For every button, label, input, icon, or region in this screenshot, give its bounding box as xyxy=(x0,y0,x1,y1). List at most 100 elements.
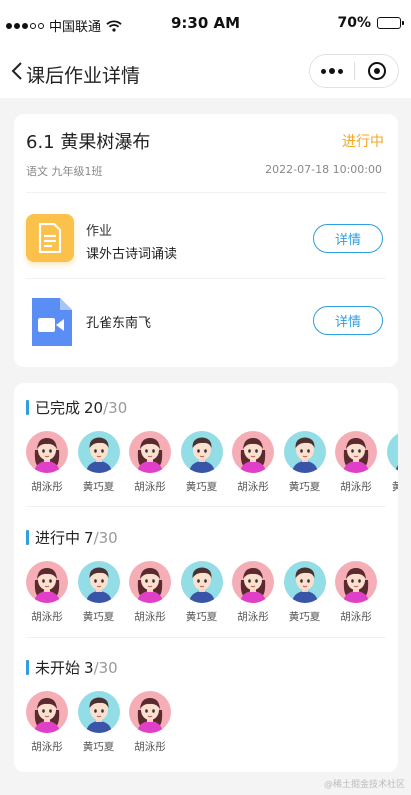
student-item[interactable]: 胡泳彤 xyxy=(335,561,387,624)
status-bar: 中国联通 9:30 AM 70% xyxy=(0,0,411,46)
student-name: 黄巧夏 xyxy=(391,481,398,493)
student-girl-avatar xyxy=(129,431,171,473)
divider xyxy=(26,192,386,193)
section-total: /30 xyxy=(93,528,118,547)
student-item[interactable]: 胡泳彤 xyxy=(26,561,78,624)
student-item[interactable]: 胡泳彤 xyxy=(232,431,284,494)
student-name: 黄巧夏 xyxy=(288,611,321,623)
section-title: 未开始 xyxy=(35,659,81,677)
student-item[interactable]: 胡泳彤 xyxy=(26,691,78,754)
task-subject-class: 语文 九年级1班 xyxy=(26,165,103,178)
student-item[interactable]: 胡泳彤 xyxy=(232,561,284,624)
student-girl-avatar xyxy=(26,561,68,603)
student-name: 胡泳彤 xyxy=(340,481,372,493)
video-name: 孔雀东南飞 xyxy=(86,316,152,331)
student-boy-avatar xyxy=(180,431,223,473)
section-header: 进行中 7 /30 xyxy=(26,527,118,548)
student-name: 黄巧夏 xyxy=(82,741,115,753)
task-card: 6.1 黄果树瀑布 进行中 语文 九年级1班 2022-07-18 10:00:… xyxy=(14,114,398,367)
close-program-icon[interactable] xyxy=(355,55,398,87)
section-count: 3 xyxy=(84,658,94,677)
student-girl-avatar xyxy=(26,431,68,473)
student-item[interactable]: 黄巧夏 xyxy=(77,561,130,624)
student-boy-avatar xyxy=(180,561,223,603)
students-card: 已完成 20 /30 胡泳彤黄巧夏胡泳彤黄巧夏胡泳彤黄巧夏胡泳彤黄巧夏 进行中 … xyxy=(14,383,398,772)
avatar-list: 胡泳彤 黄巧夏 胡泳彤 黄巧夏 胡泳彤 黄巧夏 胡泳彤 黄巧夏 xyxy=(26,431,398,494)
video-detail-button[interactable]: 详情 xyxy=(313,306,383,335)
homework-name: 课外古诗词诵读 xyxy=(86,247,178,262)
student-boy-avatar xyxy=(283,431,326,473)
battery-percent: 70% xyxy=(337,15,371,31)
student-name: 黄巧夏 xyxy=(288,481,321,493)
student-girl-avatar xyxy=(26,691,68,733)
document-icon xyxy=(26,214,74,262)
student-item[interactable]: 黄巧夏 xyxy=(283,431,336,494)
student-item[interactable]: 胡泳彤 xyxy=(26,431,78,494)
section-marker xyxy=(26,530,29,545)
student-item[interactable]: 黄巧夏 xyxy=(180,431,233,494)
status-right: 70% xyxy=(337,15,404,31)
student-name: 黄巧夏 xyxy=(185,481,218,493)
student-name: 胡泳彤 xyxy=(237,481,269,493)
task-status-badge: 进行中 xyxy=(342,134,384,150)
student-name: 胡泳彤 xyxy=(237,611,269,623)
student-item[interactable]: 胡泳彤 xyxy=(129,691,181,754)
section-total: /30 xyxy=(93,658,118,677)
nav-bar: 课后作业详情 xyxy=(0,46,411,98)
student-name: 黄巧夏 xyxy=(82,481,115,493)
student-girl-avatar xyxy=(129,691,171,733)
student-girl-avatar xyxy=(335,431,377,473)
student-item[interactable]: 黄巧夏 xyxy=(180,561,233,624)
back-icon[interactable] xyxy=(10,60,26,82)
more-icon[interactable] xyxy=(310,55,354,87)
section-total: /30 xyxy=(103,398,128,417)
student-item[interactable]: 黄巧夏 xyxy=(77,431,130,494)
divider xyxy=(26,506,386,507)
student-item[interactable]: 胡泳彤 xyxy=(129,561,181,624)
student-item[interactable]: 黄巧夏 xyxy=(283,561,336,624)
student-girl-avatar xyxy=(232,561,274,603)
student-name: 黄巧夏 xyxy=(185,611,218,623)
watermark: @稀土掘金技术社区 xyxy=(323,780,405,790)
homework-detail-button[interactable]: 详情 xyxy=(313,224,383,253)
task-title: 6.1 黄果树瀑布 xyxy=(26,132,151,153)
student-item[interactable]: 胡泳彤 xyxy=(335,431,387,494)
video-file-icon xyxy=(32,298,72,346)
student-girl-avatar xyxy=(232,431,274,473)
student-girl-avatar xyxy=(129,561,171,603)
student-boy-avatar xyxy=(386,431,398,473)
student-boy-avatar xyxy=(77,691,120,733)
section-header: 未开始 3 /30 xyxy=(26,657,118,678)
homework-type-label: 作业 xyxy=(86,224,113,239)
section-header: 已完成 20 /30 xyxy=(26,397,127,418)
section-count: 20 xyxy=(84,398,104,417)
section-marker xyxy=(26,400,29,415)
student-name: 胡泳彤 xyxy=(340,611,372,623)
student-name: 胡泳彤 xyxy=(31,611,63,623)
divider xyxy=(26,278,386,279)
student-name: 胡泳彤 xyxy=(134,741,166,753)
student-name: 胡泳彤 xyxy=(31,481,63,493)
battery-icon xyxy=(377,17,404,29)
section-count: 7 xyxy=(84,528,94,547)
avatar-list: 胡泳彤 黄巧夏 胡泳彤 xyxy=(26,691,398,754)
student-name: 黄巧夏 xyxy=(82,611,115,623)
section-marker xyxy=(26,660,29,675)
student-item[interactable]: 黄巧夏 xyxy=(77,691,130,754)
student-name: 胡泳彤 xyxy=(31,741,63,753)
student-boy-avatar xyxy=(77,561,120,603)
student-item[interactable]: 胡泳彤 xyxy=(129,431,181,494)
student-name: 胡泳彤 xyxy=(134,611,166,623)
mini-program-capsule xyxy=(309,54,399,88)
student-item[interactable]: 黄巧夏 xyxy=(386,431,398,494)
section-title: 已完成 xyxy=(35,399,81,417)
divider xyxy=(26,637,386,638)
section-title: 进行中 xyxy=(35,529,81,547)
student-boy-avatar xyxy=(283,561,326,603)
page-title: 课后作业详情 xyxy=(26,65,141,87)
task-datetime: 2022-07-18 10:00:00 xyxy=(265,163,382,176)
student-name: 胡泳彤 xyxy=(134,481,166,493)
student-girl-avatar xyxy=(335,561,377,603)
student-boy-avatar xyxy=(77,431,120,473)
avatar-list: 胡泳彤 黄巧夏 胡泳彤 黄巧夏 胡泳彤 黄巧夏 胡泳彤 xyxy=(26,561,398,624)
